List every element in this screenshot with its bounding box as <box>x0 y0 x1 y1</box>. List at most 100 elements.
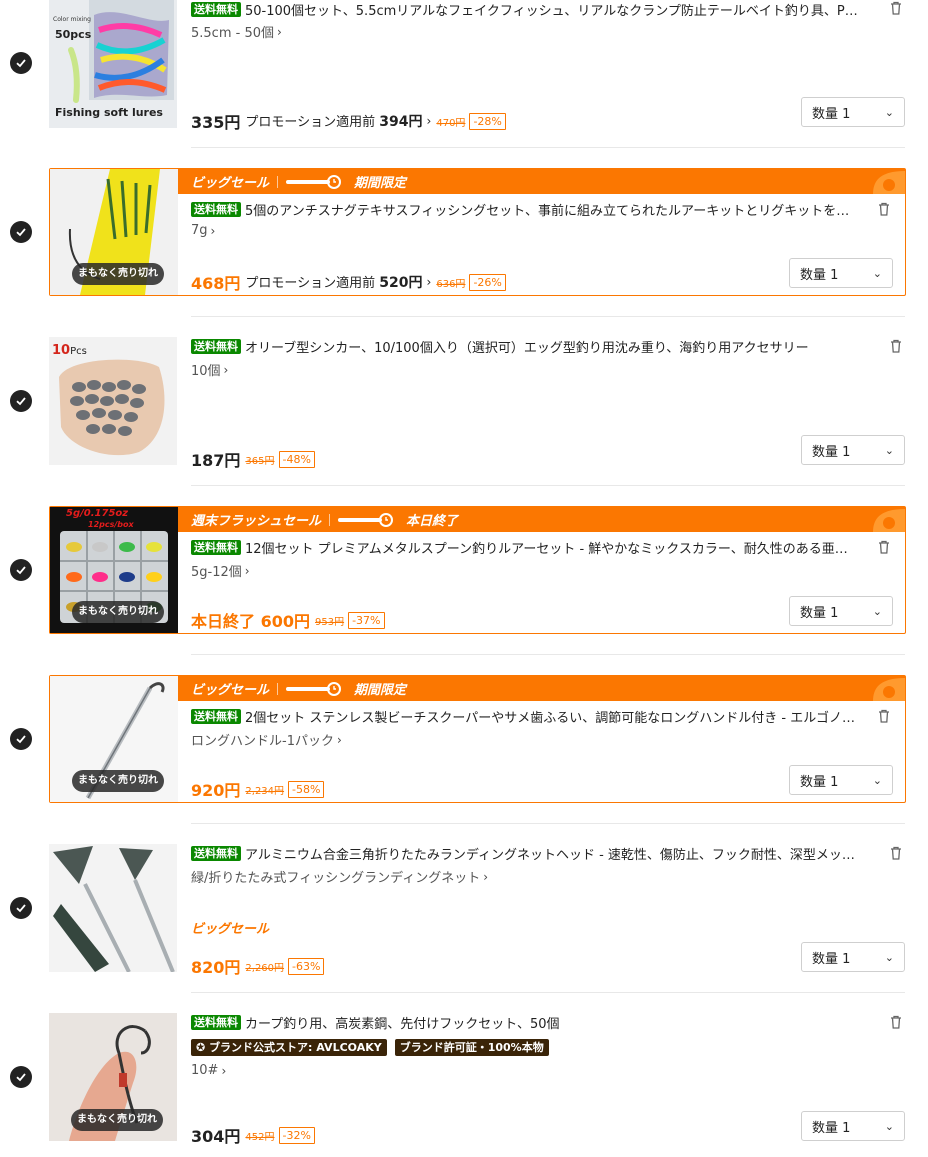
brand-badges: ✪ ブランド公式ストア: AVLCOAKY ブランド許可証・100%本物 <box>191 1039 549 1056</box>
product-title[interactable]: 送料無料 12個セット プレミアムメタルスプーン釣りルアーセット - 鮮やかなミ… <box>191 538 857 556</box>
variant-selector[interactable]: 10# › <box>191 1063 226 1078</box>
promo-value: 394円 <box>379 114 423 130</box>
trash-icon[interactable] <box>888 338 904 354</box>
product-title[interactable]: 送料無料 50-100個セット、5.5cmリアルなフェイクフィッシュ、リアルなク… <box>191 0 866 18</box>
sale-banner: ビッグセール 期間限定 <box>178 676 905 701</box>
divider <box>191 316 905 317</box>
original-price: 636円 <box>436 278 466 290</box>
select-checkbox[interactable] <box>10 1066 32 1088</box>
quantity-selector[interactable]: 数量 1 ⌄ <box>789 258 893 288</box>
quantity-selector[interactable]: 数量 1 ⌄ <box>801 97 905 127</box>
discount-badge: -37% <box>348 611 385 629</box>
chevron-right-icon: › <box>276 24 282 39</box>
trash-icon[interactable] <box>888 1014 904 1030</box>
current-price: 本日終了 600円 <box>191 612 310 631</box>
variant-label: 10個 <box>191 364 221 379</box>
quantity-selector[interactable]: 数量 1 ⌄ <box>789 596 893 626</box>
product-title-text: アルミニウム合金三角折りたたみランディングネットヘッド - 速乾性、傷防止、フッ… <box>245 847 866 863</box>
product-image[interactable]: まもなく売り切れ <box>49 1013 177 1141</box>
discount-badge: -28% <box>469 112 506 130</box>
quantity-selector[interactable]: 数量 1 ⌄ <box>801 1111 905 1141</box>
product-title-text: 50-100個セット、5.5cmリアルなフェイクフィッシュ、リアルなクランプ防止… <box>245 3 866 19</box>
variant-label: 5g-12個 <box>191 565 242 580</box>
product-image[interactable]: 5g/0.175oz 12pcs/box まもなく売り切れ <box>50 507 178 633</box>
product-image[interactable] <box>49 844 177 972</box>
variant-label: 5.5cm - 50個 <box>191 26 274 41</box>
brand-authorized-badge: ブランド許可証・100%本物 <box>394 1039 549 1056</box>
current-price: 304円 <box>191 1127 241 1146</box>
banner-tag: 期間限定 <box>354 176 407 191</box>
price-line: 468円 プロモーション適用前 520円 › 636円 -26% <box>191 270 506 294</box>
quantity-label: 数量 1 <box>812 951 851 967</box>
variant-selector[interactable]: 10個 › <box>191 360 229 380</box>
variant-selector[interactable]: ロングハンドル-1パック › <box>191 730 342 750</box>
promo-label: プロモーション適用前 <box>245 115 376 130</box>
product-title-text: カープ釣り用、高炭素鋼、先付けフックセット、50個 <box>245 1016 560 1032</box>
divider <box>191 485 905 486</box>
product-title[interactable]: 送料無料 オリーブ型シンカー、10/100個入り（選択可）エッグ型釣り用沈み重り… <box>191 337 866 355</box>
trash-icon[interactable] <box>876 708 892 724</box>
sale-banner: ビッグセール 期間限定 <box>178 169 905 194</box>
product-image[interactable]: Color mixing 50pcs Fishing soft lures <box>49 0 177 128</box>
clock-icon <box>286 174 346 189</box>
select-checkbox[interactable] <box>10 52 32 74</box>
clock-icon <box>286 681 346 696</box>
selling-out-badge: まもなく売り切れ <box>72 263 164 285</box>
promo-price[interactable]: プロモーション適用前 394円 <box>245 111 422 131</box>
current-price: 187円 <box>191 451 241 470</box>
chevron-right-icon: › <box>483 869 489 884</box>
select-checkbox[interactable] <box>10 221 32 243</box>
banner-separator <box>277 175 279 188</box>
free-shipping-badge: 送料無料 <box>191 338 241 354</box>
product-title-text: 5個のアンチスナグテキサスフィッシングセット、事前に組み立てられたルアーキットと… <box>245 203 857 219</box>
product-image[interactable]: まもなく売り切れ <box>50 169 178 295</box>
quantity-selector[interactable]: 数量 1 ⌄ <box>801 435 905 465</box>
variant-selector[interactable]: 緑/折りたたみ式フィッシングランディングネット › <box>191 867 489 887</box>
quantity-selector[interactable]: 数量 1 ⌄ <box>801 942 905 972</box>
price-line: 920円 2,234円 -58% <box>191 777 325 801</box>
product-title[interactable]: 送料無料 アルミニウム合金三角折りたたみランディングネットヘッド - 速乾性、傷… <box>191 844 866 862</box>
thumb-caption-count: 10Pcs <box>52 343 87 358</box>
banner-separator <box>329 513 331 526</box>
select-checkbox[interactable] <box>10 559 32 581</box>
variant-selector[interactable]: 5.5cm - 50個 › <box>191 22 282 42</box>
trash-icon[interactable] <box>888 845 904 861</box>
quantity-selector[interactable]: 数量 1 ⌄ <box>789 765 893 795</box>
quantity-label: 数量 1 <box>800 605 839 621</box>
product-image[interactable]: 10Pcs <box>49 337 177 465</box>
product-title-text: 2個セット ステンレス製ビーチスクーパーやサメ歯ふるい、調節可能なロングハンドル… <box>245 710 857 726</box>
current-price: 335円 <box>191 113 241 132</box>
select-checkbox[interactable] <box>10 897 32 919</box>
selling-out-badge: まもなく売り切れ <box>71 1109 163 1131</box>
product-image[interactable]: まもなく売り切れ <box>50 676 178 802</box>
variant-selector[interactable]: 7g › <box>191 223 215 238</box>
chevron-right-icon: › <box>223 362 229 377</box>
divider <box>191 992 905 993</box>
thumb-caption-top: Color mixing <box>53 16 91 23</box>
banner-separator <box>277 682 279 695</box>
brand-store-badge[interactable]: ✪ ブランド公式ストア: AVLCOAKY <box>191 1039 387 1056</box>
chevron-down-icon: ⌄ <box>884 1119 894 1133</box>
trash-icon[interactable] <box>888 0 904 16</box>
select-checkbox[interactable] <box>10 728 32 750</box>
trash-icon[interactable] <box>876 539 892 555</box>
free-shipping-badge: 送料無料 <box>191 1 241 17</box>
original-price: 2,260円 <box>245 962 285 974</box>
product-title[interactable]: 送料無料 カープ釣り用、高炭素鋼、先付けフックセット、50個 <box>191 1013 866 1031</box>
variant-label: 緑/折りたたみ式フィッシングランディングネット <box>191 871 481 886</box>
select-checkbox[interactable] <box>10 390 32 412</box>
free-shipping-badge: 送料無料 <box>191 539 241 555</box>
price-line: 304円 452円 -32% <box>191 1123 315 1147</box>
product-title[interactable]: 送料無料 5個のアンチスナグテキサスフィッシングセット、事前に組み立てられたルア… <box>191 200 857 218</box>
quantity-label: 数量 1 <box>800 774 839 790</box>
quantity-label: 数量 1 <box>812 106 851 122</box>
product-title-text: 12個セット プレミアムメタルスプーン釣りルアーセット - 鮮やかなミックスカラ… <box>245 541 857 557</box>
variant-selector[interactable]: 5g-12個 › <box>191 561 250 581</box>
banner-label: ビッグセール <box>191 176 270 191</box>
sale-decoration-icon <box>873 171 905 194</box>
trash-icon[interactable] <box>876 201 892 217</box>
current-price: 468円 <box>191 274 241 293</box>
product-title[interactable]: 送料無料 2個セット ステンレス製ビーチスクーパーやサメ歯ふるい、調節可能なロン… <box>191 707 857 725</box>
promo-price[interactable]: プロモーション適用前 520円 <box>245 272 422 292</box>
chevron-right-icon: › <box>336 732 342 747</box>
